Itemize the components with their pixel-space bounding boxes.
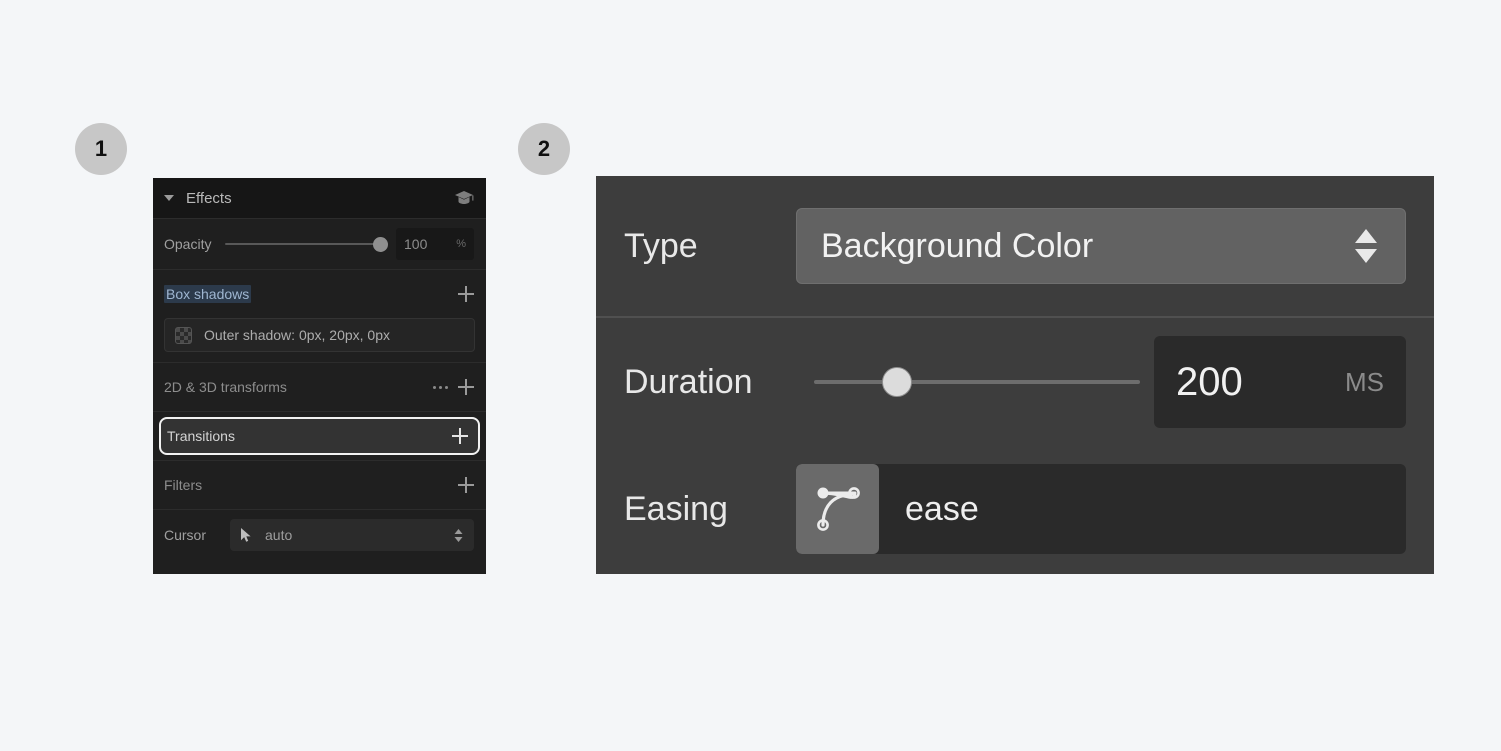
transition-type-row: Type Background Color	[596, 176, 1434, 316]
duration-unit: MS	[1345, 367, 1384, 398]
effects-panel-header[interactable]: Effects	[153, 178, 486, 218]
duration-slider-knob[interactable]	[882, 367, 912, 397]
step-badge-2: 2	[518, 123, 570, 175]
cursor-select[interactable]: auto	[230, 519, 474, 551]
opacity-slider-track	[225, 243, 388, 245]
duration-value: 200	[1176, 360, 1345, 405]
opacity-row: Opacity 100 %	[153, 219, 486, 269]
box-shadows-label: Box shadows	[164, 285, 251, 303]
stepper-updown-icon[interactable]	[453, 528, 464, 543]
step-badge-2-number: 2	[538, 138, 550, 160]
opacity-slider-knob[interactable]	[373, 237, 388, 252]
plus-icon[interactable]	[452, 428, 468, 444]
transitions-label: Transitions	[167, 428, 442, 444]
transition-detail-panel: Type Background Color Duration 200 MS Ea…	[596, 176, 1434, 574]
duration-value-field[interactable]: 200 MS	[1154, 336, 1406, 428]
mouse-pointer-icon	[240, 527, 265, 543]
duration-slider[interactable]	[814, 367, 1140, 397]
caret-down-icon[interactable]	[164, 195, 174, 201]
opacity-value-field[interactable]: 100 %	[396, 228, 474, 260]
box-shadows-item-list: Outer shadow: 0px, 20px, 0px	[153, 318, 486, 362]
cursor-label: Cursor	[164, 527, 206, 543]
box-shadow-item-label: Outer shadow: 0px, 20px, 0px	[204, 327, 390, 343]
transition-duration-label: Duration	[624, 363, 796, 402]
easing-select[interactable]: ease	[796, 464, 1406, 554]
effects-panel-title: Effects	[186, 190, 454, 207]
transition-easing-row: Easing ease	[596, 446, 1434, 572]
transition-duration-row: Duration 200 MS	[596, 318, 1434, 446]
transition-type-value: Background Color	[821, 227, 1351, 266]
plus-icon[interactable]	[458, 379, 474, 395]
transforms-row[interactable]: 2D & 3D transforms	[153, 363, 486, 411]
divider	[153, 411, 486, 412]
stepper-updown-icon[interactable]	[1351, 225, 1381, 267]
transition-type-label: Type	[624, 227, 796, 266]
duration-slider-track	[814, 380, 1140, 384]
cursor-value: auto	[265, 527, 453, 543]
opacity-unit: %	[456, 238, 466, 250]
effects-panel: Effects Opacity 100 % Box shadows	[153, 178, 486, 574]
transforms-label: 2D & 3D transforms	[164, 379, 433, 395]
transparent-checker-swatch[interactable]	[175, 327, 192, 344]
filters-label: Filters	[164, 477, 306, 493]
opacity-label: Opacity	[164, 236, 211, 252]
ellipsis-icon[interactable]	[433, 386, 448, 389]
opacity-slider[interactable]	[225, 237, 388, 251]
transition-type-select[interactable]: Background Color	[796, 208, 1406, 284]
cursor-row: Cursor auto	[153, 510, 486, 560]
plus-icon[interactable]	[458, 286, 474, 302]
transition-easing-label: Easing	[624, 490, 796, 529]
step-badge-1: 1	[75, 123, 127, 175]
box-shadows-row[interactable]: Box shadows	[153, 270, 486, 318]
graduation-cap-icon[interactable]	[454, 189, 474, 207]
filters-row[interactable]: Filters	[153, 461, 486, 509]
plus-icon[interactable]	[458, 477, 474, 493]
step-badge-1-number: 1	[95, 138, 107, 160]
opacity-value: 100	[404, 236, 456, 252]
transitions-row[interactable]: Transitions	[159, 417, 480, 455]
easing-value: ease	[879, 490, 979, 529]
bezier-curve-icon[interactable]	[796, 464, 879, 554]
list-item[interactable]: Outer shadow: 0px, 20px, 0px	[164, 318, 475, 352]
